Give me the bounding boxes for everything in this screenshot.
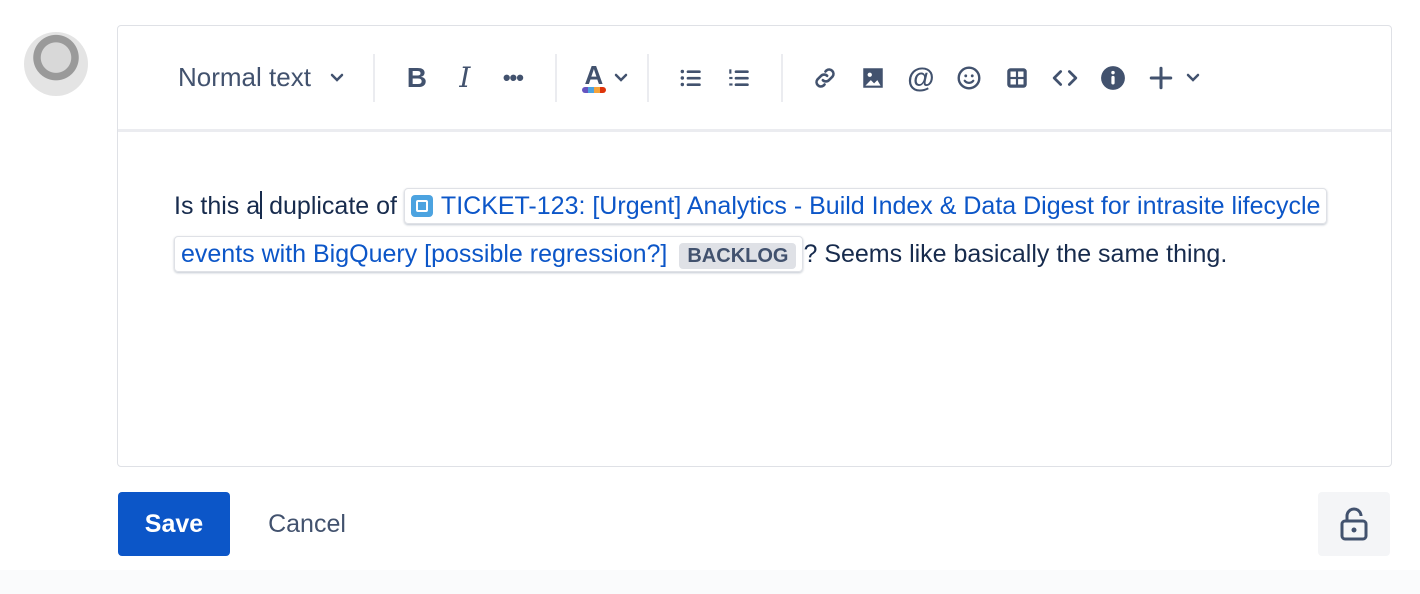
user-avatar bbox=[24, 32, 88, 96]
bold-icon[interactable]: B bbox=[397, 58, 437, 98]
text-style-label: Normal text bbox=[178, 62, 311, 92]
footer-strip bbox=[0, 570, 1420, 594]
unlock-icon bbox=[1340, 507, 1368, 541]
save-button[interactable]: Save bbox=[118, 492, 230, 556]
status-badge: BACKLOG bbox=[679, 243, 797, 269]
info-icon[interactable] bbox=[1093, 58, 1133, 98]
restrictions-button[interactable] bbox=[1318, 492, 1390, 556]
chevron-down-icon bbox=[330, 73, 344, 82]
link-icon[interactable] bbox=[805, 58, 845, 98]
numbered-list-icon[interactable] bbox=[719, 58, 759, 98]
editor-toolbar: Normal text B I ••• A @ bbox=[118, 26, 1391, 132]
more-formatting-icon[interactable]: ••• bbox=[493, 58, 533, 98]
comment-text-mid: duplicate of bbox=[262, 192, 404, 220]
text-color-icon[interactable]: A bbox=[579, 58, 609, 98]
chevron-down-icon[interactable] bbox=[613, 70, 629, 86]
code-icon[interactable] bbox=[1045, 58, 1085, 98]
emoji-icon[interactable] bbox=[949, 58, 989, 98]
italic-icon[interactable]: I bbox=[445, 58, 485, 98]
mention-icon[interactable]: @ bbox=[901, 58, 941, 98]
editor-content[interactable]: Is this a duplicate of TICKET-123: [Urge… bbox=[118, 132, 1391, 280]
divider bbox=[646, 53, 649, 102]
insert-plus-icon[interactable] bbox=[1141, 58, 1181, 98]
comment-text-start: Is this a bbox=[174, 192, 261, 220]
cancel-button[interactable]: Cancel bbox=[240, 492, 374, 556]
divider bbox=[372, 53, 375, 102]
table-icon[interactable] bbox=[997, 58, 1037, 98]
issue-type-icon bbox=[410, 195, 433, 217]
image-icon[interactable] bbox=[853, 58, 893, 98]
text-style-dropdown[interactable]: Normal text bbox=[178, 58, 355, 98]
chevron-down-icon[interactable] bbox=[1185, 70, 1201, 86]
bullet-list-icon[interactable] bbox=[671, 58, 711, 98]
divider bbox=[554, 53, 557, 102]
comment-editor: Normal text B I ••• A @ Is this a duplic… bbox=[117, 25, 1392, 467]
comment-text-end: ? Seems like basically the same thing. bbox=[803, 240, 1228, 268]
divider bbox=[780, 53, 783, 102]
